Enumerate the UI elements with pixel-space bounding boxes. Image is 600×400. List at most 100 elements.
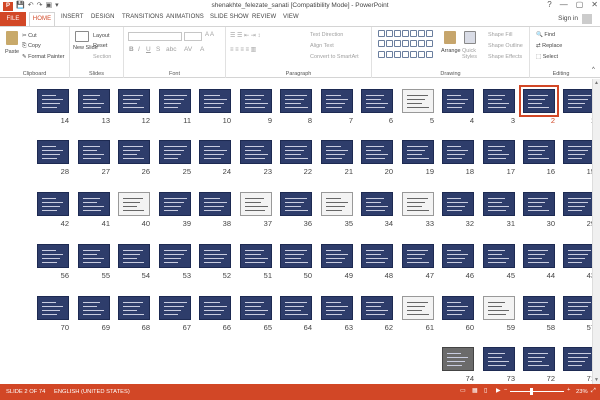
- collapse-ribbon-icon[interactable]: ^: [592, 67, 595, 73]
- layout-button[interactable]: Layout: [93, 33, 110, 39]
- slide-thumbnail[interactable]: [442, 296, 474, 320]
- font-size-dropdown[interactable]: [184, 32, 202, 41]
- slide-thumbnail[interactable]: [37, 192, 69, 216]
- tab-slide-show[interactable]: SLIDE SHOW: [210, 14, 249, 20]
- normal-view-icon[interactable]: ▭: [460, 388, 465, 394]
- new-slide-icon[interactable]: [75, 31, 89, 42]
- slide-thumbnail[interactable]: [159, 192, 191, 216]
- shadow-icon[interactable]: S: [156, 46, 160, 53]
- slide-thumbnail[interactable]: [280, 296, 312, 320]
- tab-view[interactable]: VIEW: [283, 14, 299, 20]
- slide-thumbnail[interactable]: [118, 192, 150, 216]
- section-button[interactable]: Section: [93, 54, 111, 60]
- slide-thumbnail[interactable]: [240, 140, 272, 164]
- slide-thumbnail[interactable]: [240, 192, 272, 216]
- slide-thumbnail[interactable]: [240, 296, 272, 320]
- slide-thumbnail[interactable]: [483, 89, 515, 113]
- slide-thumbnail[interactable]: [199, 140, 231, 164]
- zoom-slider[interactable]: [510, 391, 564, 392]
- copy-button[interactable]: ⎘ Copy: [22, 43, 41, 50]
- slide-thumbnail[interactable]: [240, 244, 272, 268]
- strikethrough-icon[interactable]: abc: [166, 46, 176, 53]
- zoom-out-icon[interactable]: −: [504, 387, 507, 393]
- zoom-in-icon[interactable]: +: [567, 387, 570, 393]
- slide-thumbnail[interactable]: [78, 89, 110, 113]
- slide-thumbnail[interactable]: [523, 347, 555, 371]
- slide-thumbnail[interactable]: [483, 140, 515, 164]
- slide-sorter-view-icon[interactable]: ▦: [472, 388, 477, 394]
- quick-styles-icon[interactable]: [464, 31, 476, 44]
- slide-thumbnail[interactable]: [321, 244, 353, 268]
- grow-font-icon[interactable]: A A: [205, 32, 214, 38]
- slide-thumbnail[interactable]: [563, 296, 595, 320]
- arrange-icon[interactable]: [444, 31, 456, 44]
- tab-animations[interactable]: ANIMATIONS: [166, 14, 204, 20]
- slide-thumbnail[interactable]: [402, 296, 434, 320]
- shape-fill-button[interactable]: Shape Fill: [488, 32, 512, 38]
- reset-button[interactable]: Reset: [93, 43, 107, 49]
- slide-thumbnail[interactable]: [118, 140, 150, 164]
- align-text-button[interactable]: Align Text: [310, 43, 334, 49]
- slide-thumbnail[interactable]: [563, 192, 595, 216]
- slide-thumbnail[interactable]: [37, 140, 69, 164]
- align-icons[interactable]: ≡ ≡ ≡ ≡ ▥: [230, 46, 256, 53]
- slide-thumbnail[interactable]: [483, 347, 515, 371]
- slide-thumbnail[interactable]: [483, 192, 515, 216]
- maximize-icon[interactable]: ▢: [576, 0, 584, 9]
- italic-icon[interactable]: I: [138, 46, 140, 53]
- account-avatar[interactable]: [582, 14, 592, 24]
- text-direction-button[interactable]: Text Direction: [310, 32, 343, 38]
- slide-thumbnail[interactable]: [523, 296, 555, 320]
- replace-button[interactable]: ⇄ Replace: [536, 43, 562, 49]
- slide-thumbnail[interactable]: [361, 192, 393, 216]
- slide-thumbnail[interactable]: [280, 244, 312, 268]
- tab-transitions[interactable]: TRANSITIONS: [122, 14, 163, 20]
- slide-thumbnail[interactable]: [523, 140, 555, 164]
- slide-thumbnail[interactable]: [523, 192, 555, 216]
- slide-thumbnail[interactable]: [321, 192, 353, 216]
- bullets-icon[interactable]: ☰ ☰ ⇤ ⇥ ↕: [230, 32, 260, 39]
- char-spacing-icon[interactable]: AV: [184, 46, 192, 53]
- slide-thumbnail[interactable]: [442, 192, 474, 216]
- language-indicator[interactable]: ENGLISH (UNITED STATES): [54, 389, 130, 395]
- fit-to-window-icon[interactable]: ⤢: [591, 388, 596, 395]
- slide-thumbnail[interactable]: [199, 244, 231, 268]
- slide-thumbnail[interactable]: [118, 244, 150, 268]
- slide-thumbnail[interactable]: [402, 140, 434, 164]
- slide-thumbnail[interactable]: [280, 192, 312, 216]
- arrange-button[interactable]: Arrange: [441, 48, 461, 54]
- slide-thumbnail[interactable]: [563, 347, 595, 371]
- tab-insert[interactable]: INSERT: [61, 14, 84, 20]
- slide-thumbnail[interactable]: [118, 89, 150, 113]
- slide-thumbnail[interactable]: [361, 89, 393, 113]
- slide-thumbnail[interactable]: [361, 244, 393, 268]
- slide-thumbnail[interactable]: [321, 140, 353, 164]
- close-icon[interactable]: ✕: [591, 0, 598, 9]
- slide-thumbnail[interactable]: [402, 244, 434, 268]
- tab-home[interactable]: HOME: [29, 12, 55, 26]
- vertical-scrollbar[interactable]: ▲ ▼: [592, 79, 600, 384]
- slide-thumbnail[interactable]: [280, 89, 312, 113]
- slide-thumbnail[interactable]: [563, 244, 595, 268]
- minimize-icon[interactable]: —: [560, 0, 568, 9]
- slide-thumbnail[interactable]: [321, 89, 353, 113]
- find-button[interactable]: 🔍 Find: [536, 32, 555, 38]
- slide-thumbnail[interactable]: [523, 244, 555, 268]
- tab-review[interactable]: REVIEW: [252, 14, 276, 20]
- slide-thumbnail[interactable]: [483, 244, 515, 268]
- slide-thumbnail[interactable]: [37, 244, 69, 268]
- select-button[interactable]: ⬚ Select: [536, 54, 558, 60]
- bold-icon[interactable]: B: [129, 46, 134, 53]
- tab-file[interactable]: FILE: [0, 12, 26, 26]
- tab-design[interactable]: DESIGN: [91, 14, 115, 20]
- zoom-slider-knob[interactable]: [530, 388, 533, 395]
- slide-thumbnail[interactable]: [159, 244, 191, 268]
- scroll-down-icon[interactable]: ▼: [594, 377, 599, 383]
- slide-thumbnail[interactable]: [159, 296, 191, 320]
- font-name-dropdown[interactable]: [128, 32, 182, 41]
- slide-thumbnail[interactable]: [442, 347, 474, 371]
- slide-thumbnail[interactable]: [78, 140, 110, 164]
- slide-thumbnail[interactable]: [402, 89, 434, 113]
- slide-thumbnail[interactable]: [442, 89, 474, 113]
- slide-thumbnail[interactable]: [280, 140, 312, 164]
